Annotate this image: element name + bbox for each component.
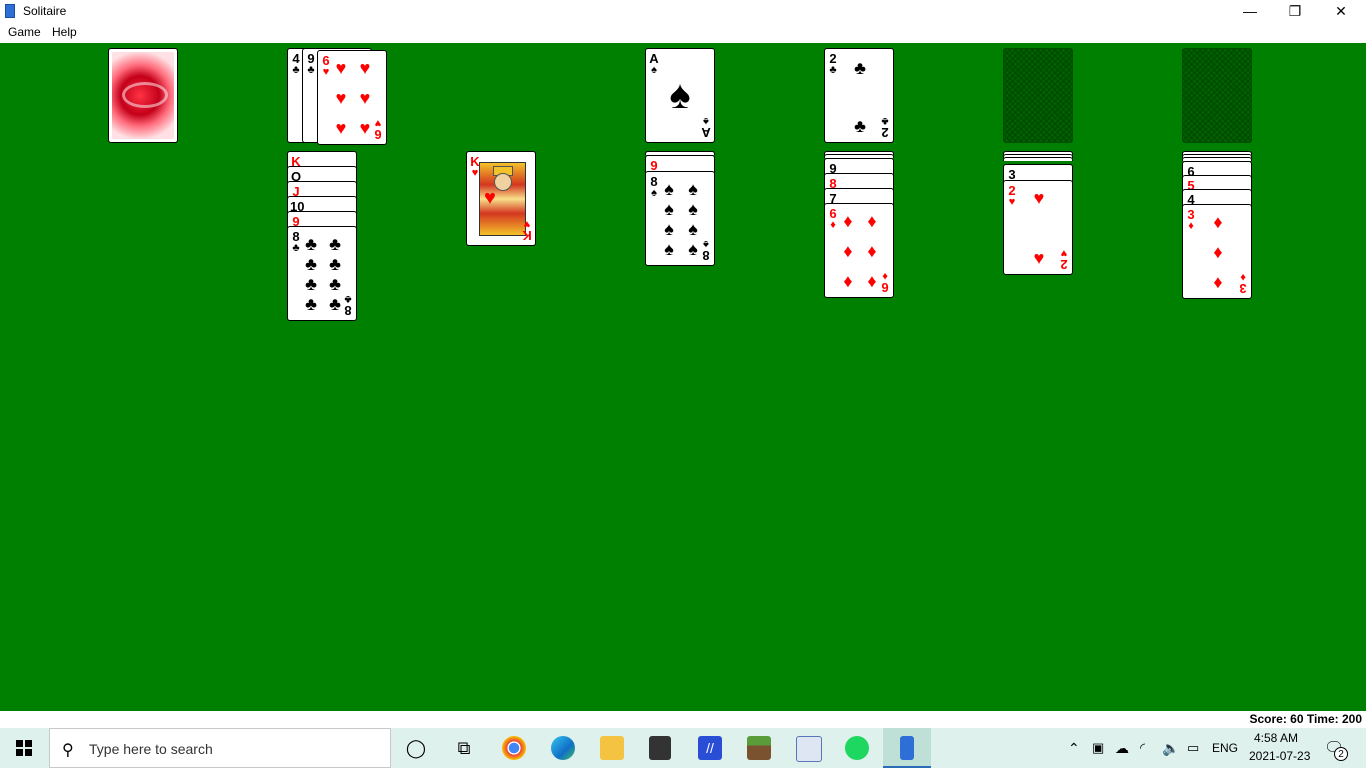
tableau-card[interactable]: 3 ♦ ♦ ♦ ♦ 3 ♦ xyxy=(1182,204,1252,299)
face-down-edge xyxy=(1003,157,1073,161)
status-bar: Score: 60 Time: 200 xyxy=(0,711,1366,727)
meet-now-icon[interactable]: ▣ xyxy=(1092,728,1104,768)
notification-count: 2 xyxy=(1334,747,1348,761)
menu-help[interactable]: Help xyxy=(52,25,77,39)
task-view-icon[interactable]: ⧉ xyxy=(452,736,476,760)
minimize-button[interactable]: — xyxy=(1227,0,1273,22)
restore-button[interactable]: ❐ xyxy=(1272,0,1318,22)
foundation-empty-slot[interactable] xyxy=(1182,48,1252,143)
menu-bar: Game Help xyxy=(0,22,1366,42)
tableau-card[interactable]: 8 ♠ ♠ ♠ ♠ ♠ ♠ ♠ ♠ ♠ 8 ♠ xyxy=(645,171,715,266)
tableau-card[interactable]: 8 ♣ ♣ ♣ ♣ ♣ ♣ ♣ ♣ ♣ 8 ♣ xyxy=(287,226,357,321)
taskbar-solitaire-active[interactable] xyxy=(883,728,931,768)
onedrive-icon[interactable]: ☁ xyxy=(1115,728,1129,768)
spotify-icon[interactable] xyxy=(845,736,869,760)
clock-date[interactable]: 2021-07-23 xyxy=(1249,749,1310,763)
clock-time[interactable]: 4:58 AM xyxy=(1254,731,1298,745)
tableau-card[interactable]: 6 ♦ ♦ ♦ ♦ ♦ ♦ ♦ 6 ♦ xyxy=(824,203,894,298)
language-indicator[interactable]: ENG xyxy=(1212,728,1238,768)
ace-spade-pip: ♠ xyxy=(669,73,691,117)
chrome-icon[interactable] xyxy=(502,736,526,760)
stock-pile[interactable] xyxy=(108,48,178,143)
app-icon[interactable]: // xyxy=(698,736,722,760)
taskbar: ⚲ Type here to search ◯ ⧉ // ⌃ ▣ ☁ ◜ 🔈 ▭… xyxy=(0,728,1366,768)
show-hidden-icons[interactable]: ⌃ xyxy=(1068,728,1080,768)
score-time-text: Score: 60 Time: 200 xyxy=(1249,712,1362,726)
card-back-art xyxy=(112,52,174,139)
store-icon[interactable] xyxy=(649,736,671,760)
battery-icon[interactable]: ▭ xyxy=(1187,728,1199,768)
tableau-card[interactable]: 2 ♥ ♥ ♥ 2 ♥ xyxy=(1003,180,1073,275)
game-board: 4 ♣ 9 ♣ 6 ♥ ♥ ♥ ♥ ♥ ♥ ♥ 6 ♥ A ♠ ♠ A ♠ 2 ♣ ♣ ♣ 2 ♣ K… xyxy=(0,43,1366,711)
paint-icon[interactable] xyxy=(796,736,822,762)
menu-game[interactable]: Game xyxy=(8,25,41,39)
solitaire-icon xyxy=(900,736,914,760)
windows-icon xyxy=(16,740,32,756)
search-placeholder: Type here to search xyxy=(89,741,213,757)
foundation-empty-slot[interactable] xyxy=(1003,48,1073,143)
minecraft-icon[interactable] xyxy=(747,736,771,760)
cortana-icon[interactable]: ◯ xyxy=(404,736,428,760)
window-title: Solitaire xyxy=(23,4,67,18)
search-icon: ⚲ xyxy=(62,742,74,759)
foundation-clubs[interactable]: 2 ♣ ♣ ♣ 2 ♣ xyxy=(824,48,894,143)
title-bar: Solitaire — ❐ ✕ xyxy=(0,0,1366,22)
foundation-spades[interactable]: A ♠ ♠ A ♠ xyxy=(645,48,715,143)
tableau-king-hearts[interactable]: K ♥ ♥ K ♥ xyxy=(466,151,536,246)
waste-top-card[interactable]: 6 ♥ ♥ ♥ ♥ ♥ ♥ ♥ 6 ♥ xyxy=(317,50,387,145)
wifi-icon[interactable]: ◜ xyxy=(1140,728,1145,768)
start-button[interactable] xyxy=(0,728,48,768)
file-explorer-icon[interactable] xyxy=(600,736,624,760)
edge-icon[interactable] xyxy=(551,736,575,760)
close-button[interactable]: ✕ xyxy=(1318,0,1364,22)
search-box[interactable]: ⚲ Type here to search xyxy=(49,728,391,768)
volume-icon[interactable]: 🔈 xyxy=(1162,728,1179,768)
solitaire-app-icon xyxy=(5,4,15,18)
king-face-art: ♥ xyxy=(479,162,526,236)
